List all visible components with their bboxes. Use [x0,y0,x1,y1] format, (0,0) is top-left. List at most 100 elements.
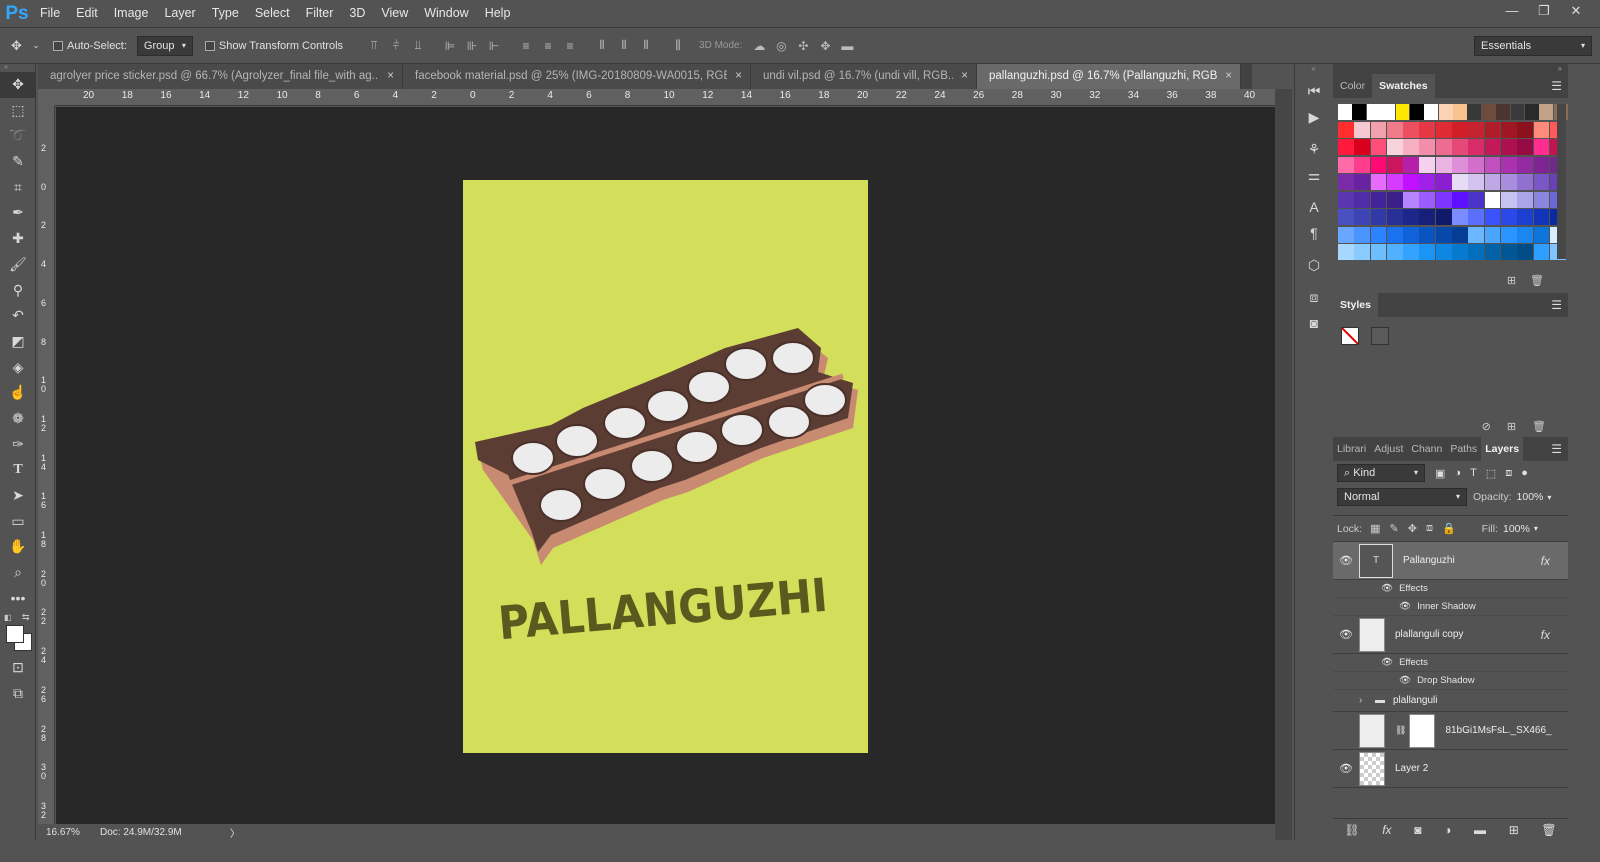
color-swatch[interactable] [1517,191,1534,208]
color-swatch[interactable] [1517,139,1534,155]
color-swatch[interactable] [1354,226,1371,243]
filter-type-layers-icon[interactable]: T [1470,467,1477,480]
clear-style-icon[interactable]: ⊘ [1482,420,1491,433]
color-swatch[interactable] [1419,174,1436,190]
layer-effects-indicator-icon[interactable]: fx [1541,628,1550,642]
align-top-icon[interactable]: ⫪ [363,38,385,53]
delete-style-icon[interactable]: 🗑 [1532,420,1546,433]
color-swatch[interactable] [1409,104,1424,120]
add-layer-style-icon[interactable]: fx [1382,823,1391,837]
color-swatch[interactable] [1419,121,1436,138]
align-horizontal-center-icon[interactable]: ⊪ [461,39,483,53]
color-swatch[interactable] [1484,209,1501,225]
color-swatch[interactable] [1338,209,1354,225]
color-swatch[interactable] [1533,156,1550,173]
layer-effects-row[interactable]: 👁 Effects [1333,654,1568,672]
move-tool-icon[interactable]: ✥ [0,72,36,98]
new-style-icon[interactable]: ⊞ [1507,420,1516,433]
lock-position-icon[interactable]: ✥ [1408,522,1417,535]
collapse-panels-icon[interactable]: « [1295,64,1332,78]
filter-pixel-layers-icon[interactable]: ▣ [1435,467,1445,480]
color-swatch[interactable] [1452,226,1468,243]
color-swatch[interactable] [1419,139,1436,155]
color-swatch[interactable] [1539,104,1554,120]
menu-item-window[interactable]: Window [416,0,476,27]
menu-item-filter[interactable]: Filter [298,0,342,27]
3d-orbit-icon[interactable]: ☁ [748,39,770,53]
close-tab-icon[interactable]: × [387,64,394,89]
color-swatch[interactable] [1354,156,1371,173]
zoom-tool-icon[interactable]: ⌕ [0,560,36,586]
character-panel-icon[interactable]: A [1295,194,1333,220]
new-adjustment-layer-icon[interactable]: ◑ [1444,823,1451,837]
lock-image-pixels-icon[interactable]: ✎ [1390,522,1399,535]
color-swatch[interactable] [1354,244,1371,260]
color-swatch[interactable] [1435,174,1452,190]
rectangular-marquee-tool-icon[interactable]: ⬚ [0,98,36,124]
eyedropper-tool-icon[interactable]: ✒ [0,200,36,226]
effect-visibility-eye-icon[interactable]: 👁 [1381,657,1393,668]
tool-preset-chevron-icon[interactable]: ⌄ [29,27,43,64]
layer-row[interactable]: 👁 T Pallanguzhi fx [1333,542,1568,580]
opacity-value[interactable]: 100% [1517,491,1544,503]
close-tab-icon[interactable]: × [735,64,742,89]
color-swatch[interactable] [1484,226,1501,243]
color-swatch[interactable] [1517,244,1534,260]
color-swatch[interactable] [1438,104,1453,120]
color-swatch[interactable] [1468,139,1485,155]
distribute-left-icon[interactable]: ⦀ [591,38,613,53]
path-selection-tool-icon[interactable]: ➤ [0,483,36,509]
color-swatch[interactable] [1370,191,1387,208]
color-swatch[interactable] [1517,209,1534,225]
move-tool-icon[interactable]: ✥ [4,27,29,64]
color-swatch[interactable] [1468,209,1485,225]
document-canvas[interactable]: PALLANGUZHI [463,180,868,753]
color-swatch[interactable] [1435,191,1452,208]
delete-layer-icon[interactable]: 🗑 [1541,823,1556,837]
color-swatch[interactable] [1338,121,1354,138]
workspace-dropdown[interactable]: Essentials ▾ [1474,36,1592,56]
foreground-color-swatch[interactable] [6,625,24,644]
3d-scale-icon[interactable]: ▬ [836,39,858,53]
default-colors-icon[interactable]: ◧ [4,613,12,622]
color-swatch[interactable] [1468,156,1485,173]
color-swatch[interactable] [1386,139,1403,155]
color-swatch[interactable] [1419,209,1436,225]
color-swatch[interactable] [1419,156,1436,173]
blend-mode-dropdown[interactable]: Normal ▾ [1337,488,1467,506]
color-swatch[interactable] [1484,244,1501,260]
color-swatch[interactable] [1403,209,1419,225]
color-swatch[interactable] [1354,121,1371,138]
type-tool-icon[interactable]: T [0,457,36,483]
color-swatch[interactable] [1403,244,1419,260]
new-swatch-icon[interactable]: ⊞ [1507,274,1516,287]
color-swatch[interactable] [1517,226,1534,243]
color-swatch[interactable] [1452,191,1468,208]
tab-styles[interactable]: Styles [1333,293,1378,317]
properties-panel-icon[interactable]: ⚌ [1295,162,1333,188]
tab-librari[interactable]: Librari [1333,437,1370,461]
layer-effect-item[interactable]: 👁 Drop Shadow [1333,672,1568,690]
auto-select-check-box[interactable] [53,40,63,51]
menu-item-type[interactable]: Type [204,0,247,27]
quick-mask-icon[interactable]: ⊡ [0,655,36,681]
color-swatch[interactable] [1452,121,1468,138]
layer-mask-thumbnail[interactable] [1409,713,1436,748]
color-swatch[interactable] [1403,121,1419,138]
default-style-swatch[interactable] [1371,327,1389,345]
effect-visibility-eye-icon[interactable]: 👁 [1381,583,1393,594]
color-swatch[interactable] [1419,244,1436,260]
minimize-button[interactable]: — [1496,0,1528,22]
align-vertical-center-icon[interactable]: ⫩ [385,38,407,53]
color-swatch[interactable] [1468,244,1485,260]
filter-adjustment-layers-icon[interactable]: ◑ [1454,467,1461,480]
3d-roll-icon[interactable]: ◎ [770,39,792,53]
color-swatch[interactable] [1386,226,1403,243]
color-swatch[interactable] [1533,209,1550,225]
color-swatch[interactable] [1354,174,1371,190]
color-swatch[interactable] [1517,156,1534,173]
color-swatch[interactable] [1338,174,1354,190]
color-swatch[interactable] [1468,121,1485,138]
color-swatch[interactable] [1338,244,1354,260]
ruler-origin[interactable] [38,89,55,106]
